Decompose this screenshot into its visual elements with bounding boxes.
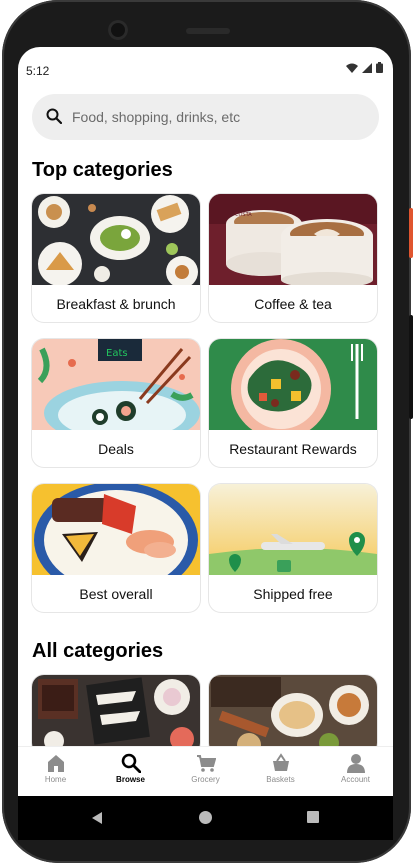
shipped-free-image	[209, 484, 377, 575]
nav-home[interactable]: Home	[18, 747, 93, 796]
search-icon	[46, 108, 62, 124]
category-label: Shipped free	[253, 585, 333, 602]
search-bar[interactable]: Food, shopping, drinks, etc	[32, 94, 379, 140]
category-card-breakfast[interactable]: Breakfast & brunch	[32, 194, 200, 322]
home-icon	[47, 755, 64, 772]
status-icons	[346, 62, 383, 73]
nav-account[interactable]: Account	[318, 747, 393, 796]
category-label: Restaurant Rewards	[229, 440, 357, 457]
home-button[interactable]	[199, 811, 212, 824]
status-time: 5:12	[26, 64, 50, 78]
front-camera	[108, 20, 128, 40]
nav-grocery[interactable]: Grocery	[168, 747, 243, 796]
all-categories-heading: All categories	[32, 640, 164, 662]
signal-icon	[362, 62, 372, 73]
nav-baskets[interactable]: Baskets	[243, 747, 318, 796]
top-categories-heading: Top categories	[32, 159, 173, 181]
status-bar: 5:12	[18, 47, 393, 87]
wifi-icon	[346, 63, 358, 73]
app-screen: 5:12 Food, shopping, drinks, etc Top cat…	[18, 47, 393, 796]
basket-icon	[272, 753, 289, 771]
category-card-coffee[interactable]: COSTA Coffee & tea	[209, 194, 377, 322]
power-button	[409, 208, 413, 258]
nav-account-label: Account	[341, 775, 370, 784]
nav-grocery-label: Grocery	[191, 775, 220, 784]
nav-baskets-label: Baskets	[266, 775, 295, 784]
category-card-rewards[interactable]: Restaurant Rewards	[209, 339, 377, 467]
all-category-tile-2[interactable]	[209, 675, 377, 755]
category-card-shipped-free[interactable]: Shipped free	[209, 484, 377, 612]
battery-icon	[376, 62, 383, 73]
coffee-image: COSTA	[209, 194, 377, 285]
search-icon	[121, 753, 141, 773]
cart-icon	[196, 755, 216, 772]
rewards-image	[209, 339, 377, 430]
search-placeholder: Food, shopping, drinks, etc	[72, 109, 241, 125]
svg-text:COSTA: COSTA	[235, 212, 252, 218]
category-label: Best overall	[79, 585, 153, 602]
breakfast-image	[32, 194, 200, 285]
nav-browse[interactable]: Browse	[93, 747, 168, 796]
earpiece-speaker	[186, 28, 230, 34]
system-navigation-bar	[18, 796, 393, 840]
category-card-deals[interactable]: Eats Deals	[32, 339, 200, 467]
category-label: Breakfast & brunch	[56, 295, 176, 312]
category-label: Coffee & tea	[254, 295, 332, 312]
desserts-image	[32, 675, 200, 755]
best-overall-image	[32, 484, 200, 575]
all-category-tile-1[interactable]	[32, 675, 200, 755]
person-icon	[346, 754, 365, 773]
nav-home-label: Home	[44, 775, 67, 784]
category-label: Deals	[98, 440, 134, 457]
svg-text:Eats: Eats	[106, 348, 128, 359]
recents-button[interactable]	[307, 811, 319, 823]
category-card-best-overall[interactable]: Best overall	[32, 484, 200, 612]
deals-image: Eats	[32, 339, 200, 430]
volume-button	[409, 315, 413, 419]
nav-browse-label: Browse	[116, 775, 145, 784]
bottom-navigation: Home Browse Grocery Baskets Account	[18, 746, 393, 796]
mediterranean-image	[209, 675, 377, 755]
back-icon[interactable]	[90, 811, 104, 825]
